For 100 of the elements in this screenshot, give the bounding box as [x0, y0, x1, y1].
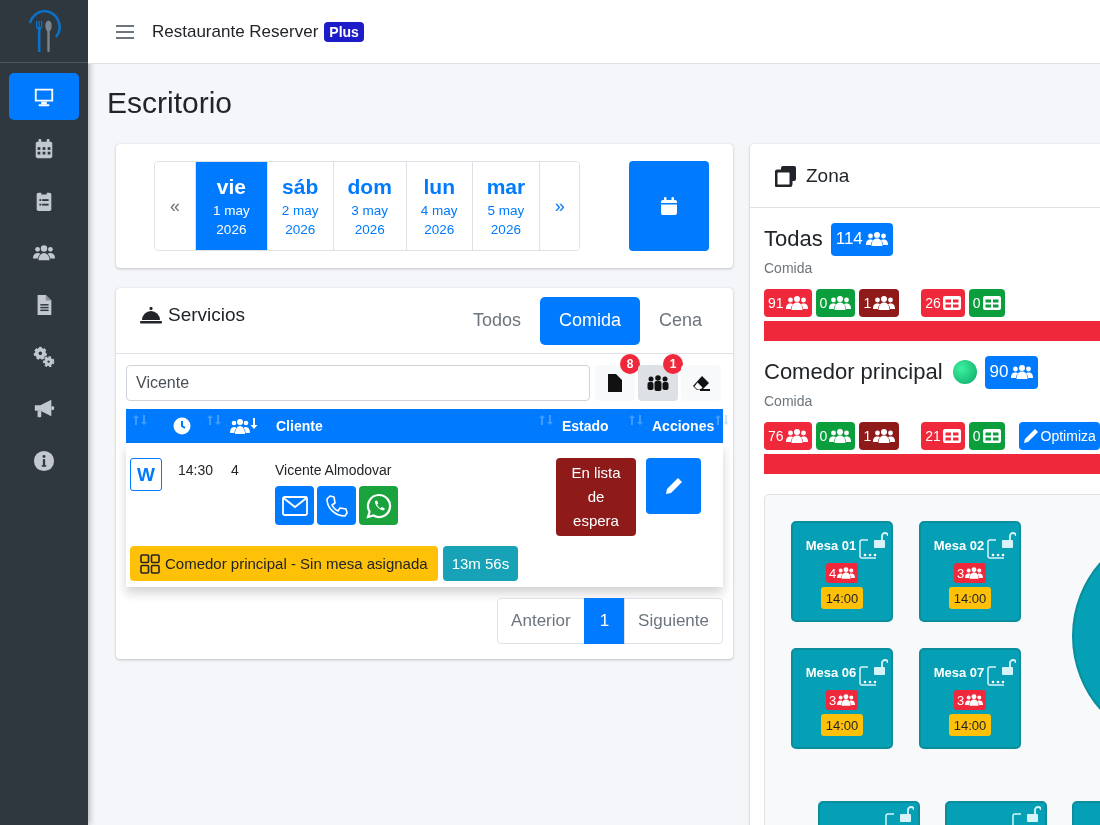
chat-phone-icon: [365, 492, 392, 519]
time-badge: 14:00: [820, 714, 864, 736]
table-tile[interactable]: Mesa 07 3 14:00: [919, 648, 1021, 749]
count-badge: 0: [815, 422, 856, 450]
table-name: Mesa 07: [933, 664, 985, 680]
people-icon: [785, 295, 808, 311]
total-guests-badge: 90: [984, 355, 1039, 389]
count-badge: 91: [764, 289, 812, 317]
previous-page-button[interactable]: Anterior: [497, 598, 585, 644]
unlocked-screen-icon: [1011, 805, 1041, 825]
area-name: Todas: [764, 226, 823, 252]
tab[interactable]: Cena: [639, 296, 721, 345]
table-tile[interactable]: Mesa 02 3 14:00: [919, 521, 1021, 622]
date-option[interactable]: dom 3 may 2026: [332, 162, 406, 250]
column-header: Cliente: [276, 418, 323, 434]
count-badge: 1: [859, 422, 900, 450]
menu-icon: [116, 23, 134, 40]
table-name: Mesa 02: [933, 537, 985, 553]
people-icon: [873, 295, 896, 311]
copy-icon: [775, 164, 797, 187]
next-button[interactable]: »: [539, 162, 580, 250]
area-name: Comedor principal: [764, 359, 943, 385]
whatsapp-button[interactable]: [359, 486, 398, 525]
table-cell-text: 14:30: [177, 461, 215, 480]
table-grid-icon: [942, 429, 961, 443]
email-button[interactable]: [275, 486, 314, 525]
phone-icon: [324, 493, 349, 518]
unlocked-screen-icon: [858, 531, 889, 559]
sort-icon: [628, 414, 644, 426]
page-title: Escritorio: [107, 85, 234, 121]
count-badge: 8: [620, 354, 640, 374]
status-button[interactable]: En lista de espera: [556, 458, 636, 536]
people-icon: [965, 565, 984, 581]
count-badge: 1: [859, 289, 900, 317]
time-badge: 14:00: [948, 714, 992, 736]
search-field[interactable]: Vicente: [126, 365, 590, 401]
plan-badge: Plus: [324, 21, 364, 42]
column-header: Acciones: [652, 418, 715, 434]
table-cell-text: 4: [230, 461, 240, 480]
count-badge: 1: [663, 354, 683, 374]
count-badge: 21: [921, 422, 965, 450]
unlocked-screen-icon: [986, 531, 1017, 559]
column-header: Estado: [562, 418, 609, 434]
count-badge: 76: [764, 422, 812, 450]
people-icon: [865, 231, 888, 247]
time-badge: 14:00: [820, 587, 864, 609]
table-tile[interactable]: Mesa 06 3 14:00: [791, 648, 893, 749]
table-name: Mesa 06: [805, 664, 857, 680]
tab[interactable]: Comida: [539, 296, 640, 345]
unlocked-screen-icon: [884, 805, 914, 825]
people-icon: [785, 428, 808, 444]
count-badge: 0: [815, 289, 856, 317]
pencil-icon: [1022, 428, 1039, 444]
service-label: Comida: [764, 393, 814, 409]
zone-tag: Comedor principal - Sin mesa asignada: [130, 546, 438, 581]
info-icon: [33, 449, 55, 472]
guest-count-badge: 3: [953, 690, 987, 710]
envelope-icon: [281, 495, 308, 516]
optimize-button[interactable]: Optimiza: [1018, 422, 1100, 450]
unlocked-screen-icon: [858, 658, 889, 686]
edit-button[interactable]: [646, 458, 701, 514]
service-label: Comida: [764, 260, 814, 276]
people-icon: [837, 565, 856, 581]
eraser-filter-button[interactable]: [681, 365, 721, 401]
sort-icon: [206, 414, 222, 426]
wait-time-tag: 13m 56s: [442, 546, 519, 581]
pencil-icon: [664, 477, 683, 495]
phone-button[interactable]: [317, 486, 356, 525]
date-option[interactable]: lun 4 may 2026: [405, 162, 472, 250]
calendar-icon: [661, 197, 677, 215]
table-grid-icon: [942, 296, 961, 310]
table-grid-icon: [982, 429, 1001, 443]
date-option[interactable]: vie 1 may 2026: [195, 162, 267, 250]
sort-icon: [714, 414, 731, 426]
people-icon: [965, 692, 984, 708]
count-badge: 26: [921, 289, 965, 317]
total-guests-badge: 114: [830, 222, 893, 256]
people-icon: [873, 428, 896, 444]
client-name: Vicente Almodovar: [275, 462, 392, 478]
guest-count-badge: 3: [825, 690, 859, 710]
date-option[interactable]: sáb 2 may 2026: [266, 162, 333, 250]
calendar-button[interactable]: [629, 161, 709, 251]
people-icon: [837, 692, 856, 708]
card-title: Servicios: [168, 303, 246, 326]
gears-icon: [33, 345, 55, 368]
people-icon: [829, 295, 852, 311]
unlocked-screen-icon: [986, 658, 1017, 686]
next-page-button[interactable]: Siguiente: [624, 598, 723, 644]
table-tile[interactable]: Mesa 01 4 14:00: [791, 521, 893, 622]
people-icon: [829, 428, 852, 444]
tab[interactable]: Todos: [453, 296, 540, 345]
page-button[interactable]: 1: [583, 598, 626, 644]
grid-icon: [140, 553, 160, 574]
table-grid-icon: [982, 296, 1001, 310]
people-sort-icon: [230, 417, 258, 435]
count-badge: 0: [968, 289, 1005, 317]
bell-icon: [140, 305, 162, 324]
eraser-icon: [692, 375, 710, 391]
sidebar-item[interactable]: [9, 73, 79, 120]
menu-button[interactable]: [116, 23, 134, 40]
